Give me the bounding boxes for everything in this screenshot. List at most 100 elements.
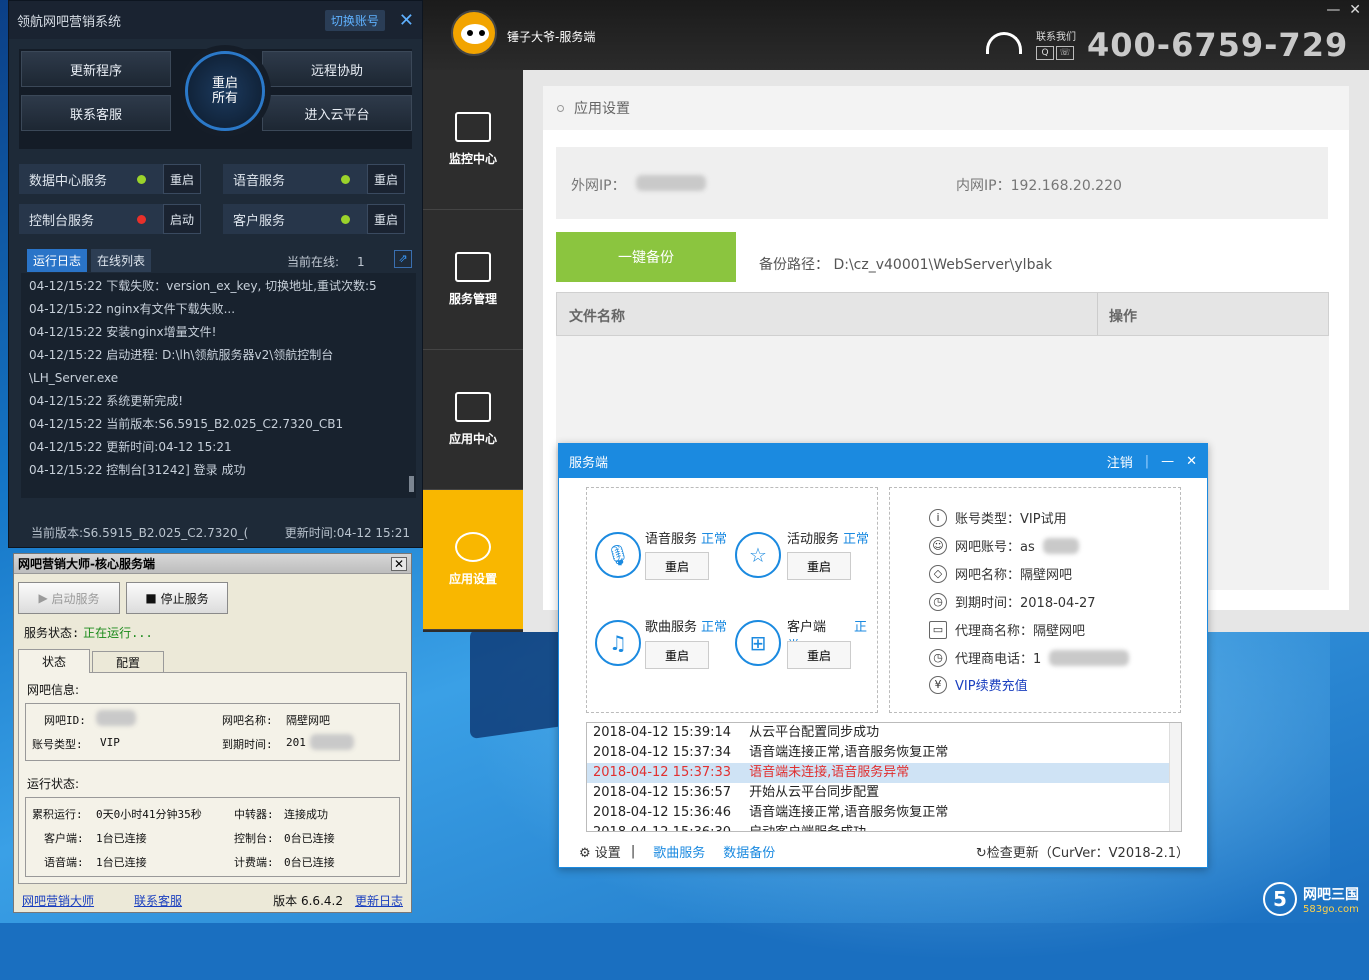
expire-date: ◷ 到期时间：2018-04-27	[929, 592, 1096, 611]
play-icon: ▶	[38, 591, 52, 605]
stop-service-button[interactable]: ■ 停止服务	[126, 582, 228, 614]
restart-button[interactable]: 重启	[367, 164, 405, 194]
music-icon: ♫	[595, 620, 641, 666]
data-backup-link[interactable]: 数据备份	[723, 842, 775, 861]
version-label: 版本 6.6.4.2	[273, 893, 343, 908]
vip-recharge[interactable]: ¥ VIP续费充值	[929, 675, 1028, 694]
scrollbar[interactable]	[1169, 723, 1181, 831]
headset-icon	[986, 32, 1022, 54]
one-click-backup-button[interactable]: 一键备份	[556, 232, 736, 282]
backup-table-header: 文件名称 操作	[556, 292, 1329, 336]
agent-phone: ◷ 代理商电话：1	[929, 648, 1130, 667]
close-icon[interactable]: ✕	[1349, 2, 1361, 18]
section-title: 应用设置	[543, 86, 1349, 130]
header: 锤子大爷-服务端 联系我们 Q ☏ 400-6759-729 — ✕	[423, 0, 1369, 70]
link-changelog[interactable]: 更新日志	[355, 892, 403, 909]
minimize-icon[interactable]: —	[1161, 454, 1174, 469]
yen-icon: ¥	[929, 675, 947, 694]
tab-config[interactable]: 配置	[92, 651, 164, 673]
check-update-button[interactable]: ↻检查更新（CurVer：V2018-2.1）	[976, 842, 1189, 861]
cafe-account: ☺ 网吧账号：as	[929, 536, 1079, 555]
lingHang-control-panel: 领航网吧营销系统 切换账号 ✕ 更新程序 远程协助 联系客服 进入云平台 重启所…	[8, 0, 423, 548]
enter-cloud-button[interactable]: 进入云平台	[262, 95, 412, 131]
log-line: 04-12/15:22 系统更新完成!	[29, 394, 184, 408]
tab-online-list[interactable]: 在线列表	[91, 249, 152, 272]
song-restart-button[interactable]: 重启	[645, 641, 709, 669]
qq-icon[interactable]: Q	[1036, 46, 1054, 60]
close-icon[interactable]: ✕	[1186, 454, 1197, 469]
wan-ip-redacted	[636, 175, 706, 191]
start-button[interactable]: 启动	[163, 204, 201, 234]
run-state-group: 累积运行: 0天0小时41分钟35秒 中转器: 连接成功 客户端: 1台已连接 …	[25, 797, 400, 877]
client-restart-button[interactable]: 重启	[787, 641, 851, 669]
server-popup: 服务端 注销 | — ✕ 🎙 语音服务 正常 重启 ☆ 活动服务 正常 重启 ♫ 歌曲服务…	[558, 443, 1208, 868]
update-time: 更新时间:04-12 15:21	[284, 525, 410, 540]
close-icon[interactable]: ✕	[399, 10, 414, 31]
server-log: 2018-04-12 15:39:14 从云平台配置同步成功 2018-04-12…	[586, 722, 1182, 832]
voice-service: 语音服务 正常	[645, 532, 728, 547]
log-row: 2018-04-12 15:36:30启动客户端服务成功	[587, 823, 1181, 831]
title-bar: 网吧营销大师-核心服务端 ✕	[14, 554, 411, 574]
sidebar-item-app-center[interactable]: 应用中心	[423, 350, 523, 490]
owl-logo	[451, 10, 497, 56]
export-icon[interactable]: ⇗	[394, 250, 412, 268]
services-box: 🎙 语音服务 正常 重启 ☆ 活动服务 正常 重启 ♫ 歌曲服务 正常 重启 ⊞ 客户…	[586, 487, 878, 713]
minimize-icon[interactable]: —	[1326, 2, 1340, 18]
settings-button[interactable]: ⚙ 设置	[579, 842, 621, 861]
log-tabs: 运行日志 在线列表	[27, 249, 152, 272]
scrollbar[interactable]	[409, 476, 414, 492]
update-program-button[interactable]: 更新程序	[21, 51, 171, 87]
section-label: 运行状态:	[27, 777, 80, 791]
quick-actions: 更新程序 远程协助 联系客服 进入云平台 重启 所有	[19, 49, 412, 149]
restart-button[interactable]: 重启	[367, 204, 405, 234]
card-icon: ▭	[929, 620, 947, 639]
log-row: 2018-04-12 15:36:57 开始从云平台同步配置	[593, 785, 880, 800]
hotline-number: 400-6759-729	[1087, 26, 1349, 64]
windows-icon: ⊞	[735, 620, 781, 666]
service-console: 控制台服务 启动	[19, 204, 201, 234]
activity-restart-button[interactable]: 重启	[787, 552, 851, 580]
link-marketing-master[interactable]: 网吧营销大师	[22, 892, 94, 909]
tag-icon: ◇	[929, 564, 947, 583]
song-service: 歌曲服务 正常	[645, 620, 728, 635]
status-dot	[341, 174, 350, 184]
tab-status[interactable]: 状态	[18, 649, 90, 673]
switch-account-button[interactable]: 切换账号	[324, 9, 385, 31]
voice-restart-button[interactable]: 重启	[645, 552, 709, 580]
phone-icon[interactable]: ☏	[1056, 46, 1074, 60]
window-controls: — ✕	[1326, 2, 1361, 18]
user-icon: ☺	[929, 536, 947, 555]
log-line: 04-12/15:22 nginx有文件下载失败...	[29, 302, 236, 316]
sidebar-item-service-manage[interactable]: 服务管理	[423, 210, 523, 350]
remote-assist-button[interactable]: 远程协助	[262, 51, 412, 87]
restart-all-button[interactable]: 重启 所有	[185, 51, 265, 131]
popup-title: 服务端	[569, 455, 609, 471]
activity-service: 活动服务 正常	[787, 532, 870, 547]
star-icon: ☆	[735, 532, 781, 578]
contact-support-button[interactable]: 联系客服	[21, 95, 171, 131]
cafe-name: ◇ 网吧名称：隔壁网吧	[929, 564, 1072, 583]
song-service-link[interactable]: 歌曲服务	[653, 842, 705, 861]
refresh-icon: ↻	[975, 846, 987, 861]
sidebar-item-monitor[interactable]: 监控中心	[423, 70, 523, 210]
logout-button[interactable]: 注销	[1107, 452, 1133, 471]
cafe-info-group: 网吧ID: 网吧名称: 隔壁网吧 账号类型: VIP 到期时间: 201	[25, 703, 400, 761]
service-voice: 语音服务 重启	[223, 164, 405, 194]
sidebar-item-app-settings[interactable]: 应用设置	[423, 490, 523, 630]
tab-run-log[interactable]: 运行日志	[27, 249, 88, 272]
start-service-button[interactable]: ▶ 启动服务	[18, 582, 120, 614]
clock-icon: ◷	[929, 592, 947, 611]
briefcase-icon	[455, 392, 491, 422]
gear-icon: ⚙	[579, 846, 591, 861]
gear-icon	[455, 532, 491, 562]
popup-footer: ⚙ 设置 | 歌曲服务 数据备份 ↻检查更新（CurVer：V2018-2.1）	[579, 842, 1189, 861]
clock-icon: ◷	[929, 648, 947, 667]
col-action: 操作	[1109, 309, 1137, 325]
close-icon[interactable]: ✕	[391, 556, 407, 571]
cafe-id-redacted	[96, 710, 136, 729]
link-contact-support[interactable]: 联系客服	[134, 892, 182, 909]
status-pane: 网吧信息: 网吧ID: 网吧名称: 隔壁网吧 账号类型: VIP 到期时间: 2…	[18, 672, 407, 884]
watermark: 5 网吧三国 583go.com	[1263, 882, 1359, 916]
log-row-selected[interactable]: 2018-04-12 15:37:33 语音端未连接,语音服务异常	[587, 763, 1181, 783]
restart-button[interactable]: 重启	[163, 164, 201, 194]
